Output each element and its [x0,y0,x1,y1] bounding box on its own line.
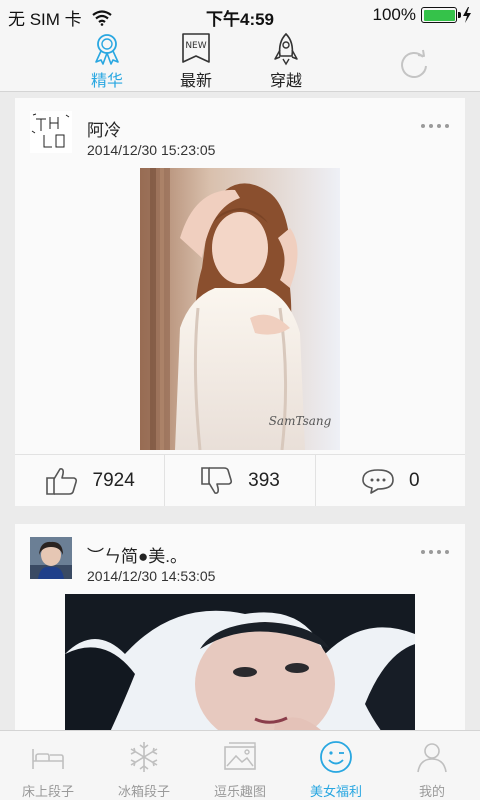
battery-icon [421,7,461,23]
tab-label: 床上段子 [21,784,74,799]
new-badge-icon: NEW [182,33,210,63]
tab-label: 穿越 [269,73,302,90]
thumbs-up-icon [45,467,77,495]
like-button[interactable]: 7924 [15,455,166,506]
rocket-icon [274,32,298,66]
avatar[interactable] [30,537,72,579]
snowflake-icon [130,742,158,772]
post-card: 阿冷 2014/12/30 15:23:05 SamTsang 7924 393… [15,98,465,506]
tab-bed-jokes[interactable]: 床上段子 [0,731,96,800]
tab-fridge-jokes[interactable]: 冰箱段子 [96,731,192,800]
more-options-icon[interactable] [421,124,449,128]
tab-label: 冰箱段子 [117,784,170,799]
post-photo[interactable]: SamTsang [140,168,340,450]
charging-icon [463,7,471,23]
post-feed[interactable]: 阿冷 2014/12/30 15:23:05 SamTsang 7924 393… [0,92,480,730]
comment-bubble-icon [362,468,394,494]
avatar[interactable] [30,111,72,153]
tab-jinghua[interactable]: 精华 [67,30,147,92]
battery-percent: 100% [372,5,416,24]
user-icon [417,743,447,773]
thumbs-down-icon [201,466,233,494]
more-options-icon[interactable] [421,550,449,554]
award-ribbon-icon [95,34,119,65]
status-bar: 无 SIM 卡 下午4:59 100% [0,0,480,30]
top-tab-bar: 精华 NEW 最新 穿越 [0,30,480,92]
picture-icon [224,742,256,770]
bottom-tab-bar: 床上段子 冰箱段子 逗乐趣图 美女福利 我的 [0,730,480,800]
post-actions: 7924 393 0 [15,454,465,506]
post-timestamp: 2014/12/30 14:53:05 [87,568,216,584]
dislike-button[interactable]: 393 [165,455,316,506]
tab-mine[interactable]: 我的 [384,731,480,800]
svg-text:NEW: NEW [185,41,206,51]
tab-chuanyue[interactable]: 穿越 [246,30,326,92]
tab-label: 逗乐趣图 [213,784,266,799]
tab-label: 精华 [90,73,123,90]
tab-label: 最新 [179,73,212,90]
tab-zuixin[interactable]: NEW 最新 [156,30,236,92]
post-photo[interactable] [65,594,415,730]
tab-funny-pics[interactable]: 逗乐趣图 [192,731,288,800]
dislike-count: 393 [248,469,280,491]
tab-label: 美女福利 [309,784,362,799]
comment-button[interactable]: 0 [316,455,465,506]
like-count: 7924 [92,469,135,491]
refresh-icon[interactable] [396,46,432,82]
post-username[interactable]: 阿冷 [87,116,121,141]
comment-count: 0 [409,469,420,491]
post-username[interactable]: ︶ㄣ简●美.。 [87,542,187,567]
bed-icon [32,749,64,769]
tab-beauty[interactable]: 美女福利 [288,731,384,800]
tab-label: 我的 [418,784,445,799]
photo-watermark: SamTsang [269,414,332,428]
smiley-icon [320,741,352,773]
post-card: ︶ㄣ简●美.。 2014/12/30 14:53:05 [15,524,465,730]
post-timestamp: 2014/12/30 15:23:05 [87,142,216,158]
